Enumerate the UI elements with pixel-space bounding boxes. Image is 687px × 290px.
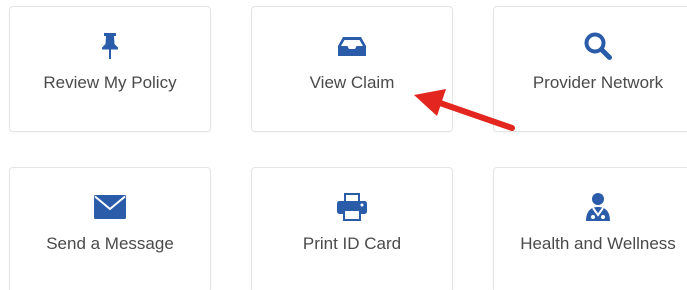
doctor-icon xyxy=(494,190,687,224)
inbox-icon xyxy=(252,29,452,63)
tile-label: Send a Message xyxy=(46,234,174,253)
health-and-wellness-tile[interactable]: Health and Wellness xyxy=(493,167,687,290)
print-id-card-tile[interactable]: Print ID Card xyxy=(251,167,453,290)
tile-label: Review My Policy xyxy=(43,73,177,92)
quick-links-panel: Review My Policy View Claim Provider Net… xyxy=(0,0,687,290)
tile-label: View Claim xyxy=(309,73,395,92)
tile-label: Print ID Card xyxy=(302,234,402,253)
printer-icon xyxy=(252,190,452,224)
provider-network-tile[interactable]: Provider Network xyxy=(493,6,687,132)
tile-label: Provider Network xyxy=(532,73,664,92)
pushpin-icon xyxy=(10,29,210,63)
envelope-icon xyxy=(10,190,210,224)
view-claim-tile[interactable]: View Claim xyxy=(251,6,453,132)
search-icon xyxy=(494,29,687,63)
tile-label: Health and Wellness xyxy=(520,234,676,253)
review-my-policy-tile[interactable]: Review My Policy xyxy=(9,6,211,132)
send-a-message-tile[interactable]: Send a Message xyxy=(9,167,211,290)
